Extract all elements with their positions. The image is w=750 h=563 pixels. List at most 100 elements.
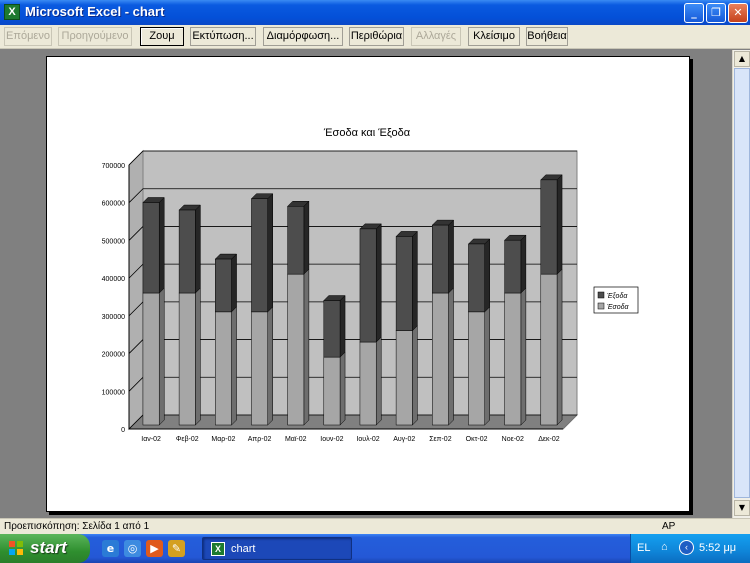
legend-label: Έξοδα — [607, 293, 628, 300]
title-bar: X Microsoft Excel - chart _ ❐ ✕ — [0, 0, 750, 25]
clock[interactable]: 5:52 μμ — [699, 542, 736, 554]
bar-side-0 — [195, 287, 201, 426]
y-tick-label: 0 — [121, 427, 125, 434]
x-tick-label: Απρ-02 — [248, 436, 272, 443]
bar-side-1 — [412, 230, 418, 332]
bar-0-9 — [468, 311, 485, 426]
num-lock-indicator: ΑΡ — [662, 521, 676, 532]
bar-0-7 — [395, 330, 413, 426]
desktop-icon[interactable]: ◎ — [124, 540, 141, 557]
bar-side-1 — [303, 200, 310, 275]
bar-side-1 — [195, 204, 201, 294]
bar-1-7 — [395, 236, 413, 331]
bar-1-1 — [178, 209, 196, 294]
bar-1-6 — [359, 228, 377, 343]
print-button[interactable]: Εκτύπωση... — [190, 27, 256, 46]
bar-side-0 — [303, 268, 310, 426]
security-icon[interactable]: ‹ — [679, 540, 694, 555]
start-button[interactable]: start — [0, 534, 90, 563]
y-tick-label: 100000 — [102, 389, 125, 396]
bar-0-8 — [432, 292, 449, 426]
bar-side-1 — [231, 253, 237, 313]
restore-button[interactable]: ❐ — [706, 3, 726, 23]
y-tick-label: 400000 — [102, 276, 125, 283]
side-wall — [128, 149, 144, 431]
scroll-down-icon[interactable]: ▼ — [734, 500, 750, 516]
x-tick-label: Φεβ-02 — [176, 436, 199, 443]
quick-launch-icon[interactable]: ✎ — [168, 540, 185, 557]
status-text: Προεπισκόπηση: Σελίδα 1 από 1 — [4, 521, 150, 532]
y-tick-label: 200000 — [102, 352, 125, 359]
media-player-icon[interactable]: ▶ — [146, 540, 163, 557]
x-tick-label: Μαϊ-02 — [285, 436, 307, 443]
bar-1-11 — [540, 179, 558, 275]
y-tick-label: 300000 — [102, 314, 125, 321]
y-tick-label: 600000 — [102, 201, 125, 208]
excel-icon: X — [211, 542, 225, 556]
bar-side-1 — [448, 219, 454, 294]
margins-button[interactable]: Περιθώρια — [349, 27, 404, 46]
zoom-button[interactable]: Ζουμ — [140, 27, 184, 46]
bar-side-0 — [520, 287, 527, 426]
bar-side-0 — [556, 268, 563, 426]
x-tick-label: Αυγ-02 — [393, 436, 415, 443]
scroll-thumb[interactable] — [734, 68, 750, 498]
bar-1-10 — [504, 239, 522, 294]
chart-title: Έσοδα και Έξοδα — [323, 127, 411, 139]
setup-button[interactable]: Διαμόρφωση... — [263, 27, 343, 46]
chart: Έσοδα και Έξοδα 0 100000 200000 300000 40000… — [102, 127, 639, 443]
bar-0-5 — [323, 356, 341, 426]
bar-side-1 — [339, 294, 346, 358]
bar-side-1 — [158, 196, 165, 294]
scroll-up-icon[interactable]: ▲ — [734, 51, 750, 67]
bar-side-0 — [339, 351, 346, 426]
bar-1-4 — [287, 206, 305, 275]
bar-0-2 — [215, 311, 232, 426]
windows-flag-icon — [9, 541, 23, 555]
bar-1-8 — [432, 224, 449, 294]
internet-explorer-icon[interactable]: e — [102, 540, 119, 557]
page-break-button[interactable]: Αλλαγές — [411, 27, 461, 46]
bar-0-1 — [178, 292, 196, 426]
start-label: start — [30, 538, 67, 557]
x-tick-label: Οκτ-02 — [466, 436, 488, 443]
x-tick-label: Ιαν-02 — [141, 436, 161, 443]
x-tick-label: Νοε-02 — [502, 436, 524, 443]
bar-side-0 — [158, 287, 165, 426]
bar-0-11 — [540, 273, 558, 426]
taskbar-item-chart[interactable]: X chart — [202, 537, 352, 560]
status-bar: Προεπισκόπηση: Σελίδα 1 από 1 ΑΡ — [0, 518, 750, 534]
bar-side-0 — [267, 306, 273, 426]
bar-1-9 — [468, 243, 485, 313]
x-tick-label: Σεπ-02 — [429, 436, 452, 443]
legend-label: Έσοδα — [607, 304, 630, 311]
bar-0-4 — [287, 273, 305, 426]
close-preview-button[interactable]: Κλείσιμο — [468, 27, 520, 46]
preview-page[interactable]: Έσοδα και Έξοδα 0 100000 200000 300000 40000… — [46, 56, 690, 512]
taskbar: start e ◎ ▶ ✎ X chart EL ⌂ ‹ 5:52 μμ — [0, 534, 750, 563]
bar-1-3 — [251, 198, 268, 313]
help-button[interactable]: Βοήθεια — [526, 27, 568, 46]
x-tick-label: Δεκ-02 — [538, 436, 560, 443]
x-tick-label: Ιουλ-02 — [356, 436, 379, 443]
next-button[interactable]: Επόμενο — [4, 27, 52, 46]
network-icon[interactable]: ⌂ — [661, 541, 674, 555]
bar-0-0 — [142, 292, 160, 426]
legend-swatch — [597, 291, 605, 299]
bar-0-6 — [359, 341, 377, 426]
bar-side-0 — [484, 306, 490, 426]
bar-side-0 — [412, 325, 418, 426]
previous-button[interactable]: Προηγούμενο — [58, 27, 132, 46]
window-title: Microsoft Excel - chart — [25, 4, 165, 19]
minimize-button[interactable]: _ — [684, 3, 704, 23]
bar-side-1 — [520, 234, 527, 294]
bar-0-3 — [251, 311, 268, 426]
close-button[interactable]: ✕ — [728, 3, 748, 23]
bar-side-0 — [448, 287, 454, 426]
bar-side-0 — [375, 336, 382, 426]
bar-side-1 — [267, 193, 273, 313]
vertical-scrollbar[interactable]: ▲ ▼ — [732, 50, 750, 518]
bar-1-2 — [215, 258, 232, 313]
language-indicator[interactable]: EL — [637, 542, 650, 554]
bar-0-10 — [504, 292, 522, 426]
